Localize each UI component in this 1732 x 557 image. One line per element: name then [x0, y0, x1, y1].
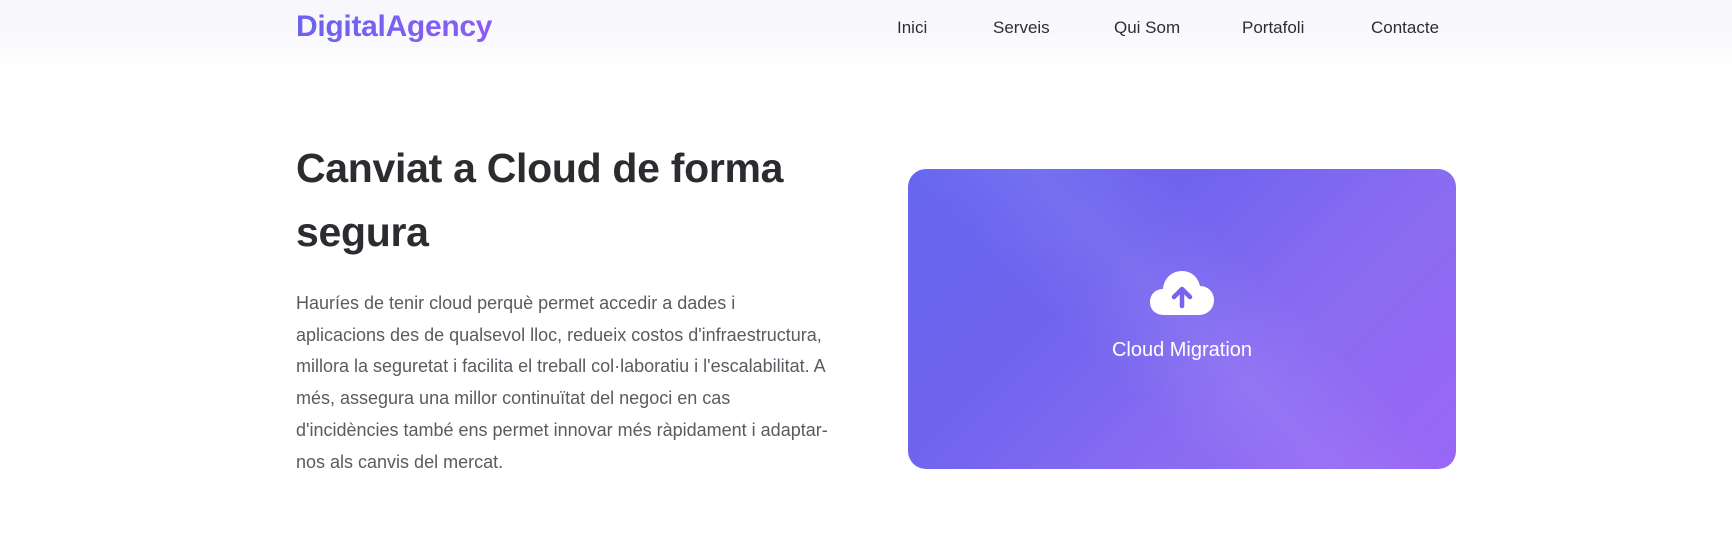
main-nav: Inici Serveis Qui Som Portafoli Contacte: [0, 18, 1732, 40]
nav-link-serveis[interactable]: Serveis: [993, 18, 1050, 38]
hero-title: Canviat a Cloud de forma segura: [296, 145, 784, 255]
nav-link-inici[interactable]: Inici: [897, 18, 927, 38]
card-shine: [908, 169, 1456, 469]
cloud-upload-icon: [1150, 271, 1214, 315]
cloud-migration-card: Cloud Migration: [908, 169, 1456, 469]
site-header: DigitalAgency Inici Serveis Qui Som Port…: [0, 0, 1732, 64]
nav-link-qui-som[interactable]: Qui Som: [1114, 18, 1180, 38]
nav-link-portafoli[interactable]: Portafoli: [1242, 18, 1304, 38]
hero-description: Hauríes de tenir cloud perquè permet acc…: [296, 293, 828, 472]
nav-link-contacte[interactable]: Contacte: [1371, 18, 1439, 38]
card-label: Cloud Migration: [1111, 339, 1253, 361]
